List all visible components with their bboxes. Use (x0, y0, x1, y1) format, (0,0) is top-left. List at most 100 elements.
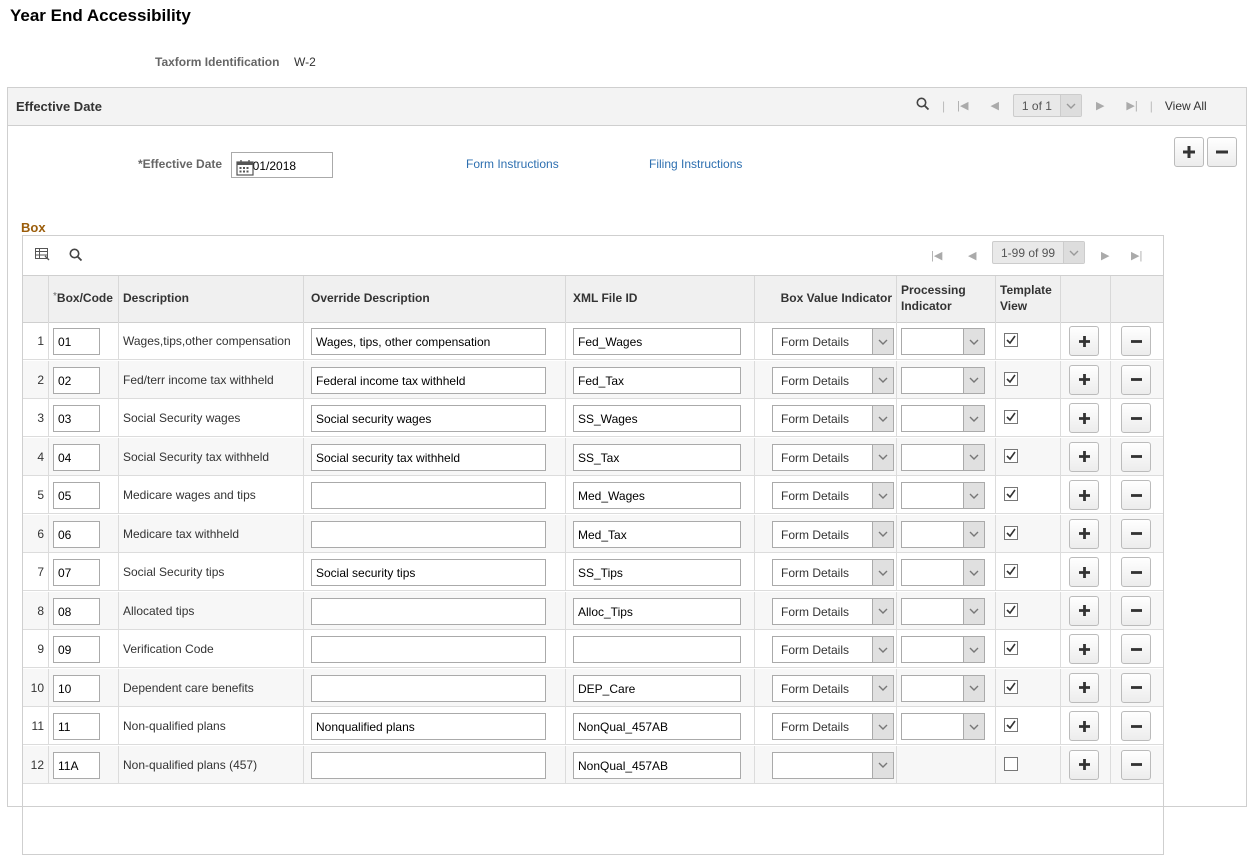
delete-row-button[interactable] (1121, 441, 1151, 472)
box-code-input[interactable]: 02 (53, 366, 100, 394)
personalize-grid-icon[interactable] (35, 248, 50, 264)
template-view-checkbox[interactable] (1004, 679, 1018, 694)
add-row-button[interactable] (1069, 403, 1099, 433)
box-value-indicator-select[interactable]: Form Details (772, 482, 894, 509)
add-row-button[interactable] (1069, 480, 1099, 510)
processing-indicator-select[interactable] (901, 366, 985, 394)
delete-row-button[interactable] (1121, 634, 1151, 664)
template-view-checkbox[interactable] (1004, 602, 1018, 617)
add-effective-date-button[interactable] (1174, 137, 1204, 167)
override-description-input[interactable] (311, 636, 546, 663)
processing-indicator-select[interactable] (901, 636, 985, 663)
xml-file-id-input[interactable]: NonQual_457AB (573, 751, 741, 779)
override-description-input[interactable] (311, 597, 546, 625)
box-code-input[interactable]: 04 (53, 443, 100, 471)
delete-row-button[interactable] (1121, 364, 1151, 395)
filing-instructions-link[interactable]: Filing Instructions (649, 157, 742, 171)
box-code-input[interactable]: 06 (53, 520, 100, 548)
delete-row-button[interactable] (1121, 557, 1151, 587)
form-instructions-link[interactable]: Form Instructions (466, 157, 559, 171)
box-code-input[interactable]: 10 (53, 674, 100, 702)
grid-last-page-icon[interactable]: ▶| (1131, 249, 1142, 262)
override-description-input[interactable]: Nonqualified plans (311, 713, 546, 740)
add-row-button[interactable] (1069, 595, 1099, 626)
delete-row-button[interactable] (1121, 595, 1151, 626)
first-page-icon[interactable]: |◀ (957, 99, 968, 112)
template-view-checkbox[interactable] (1004, 718, 1018, 732)
override-description-input[interactable] (311, 674, 546, 702)
grid-first-page-icon[interactable]: |◀ (931, 249, 942, 262)
processing-indicator-select[interactable] (901, 674, 985, 702)
grid-next-page-icon[interactable]: ▶ (1101, 249, 1109, 262)
box-value-indicator-select[interactable]: Form Details (772, 636, 894, 663)
override-description-input[interactable]: Social security tips (311, 559, 546, 586)
add-row-button[interactable] (1069, 672, 1099, 703)
delete-row-button[interactable] (1121, 672, 1151, 703)
last-page-icon[interactable]: ▶| (1126, 99, 1137, 112)
delete-row-button[interactable] (1121, 403, 1151, 433)
calendar-icon[interactable] (236, 159, 328, 179)
xml-file-id-input[interactable]: DEP_Care (573, 674, 741, 702)
processing-indicator-select[interactable] (901, 405, 985, 432)
previous-page-icon[interactable]: ◀ (990, 99, 998, 112)
effective-date-input[interactable]: 01/01/2018 (231, 152, 333, 178)
override-description-input[interactable] (311, 520, 546, 548)
view-all-link[interactable]: View All (1165, 99, 1207, 113)
delete-row-button[interactable] (1121, 749, 1151, 780)
xml-file-id-input[interactable]: SS_Wages (573, 405, 741, 432)
template-view-checkbox[interactable] (1004, 756, 1018, 771)
xml-file-id-input[interactable]: Fed_Wages (573, 328, 741, 355)
box-value-indicator-select[interactable]: Form Details (772, 443, 894, 471)
grid-pager-dropdown[interactable]: 1-99 of 99 (992, 241, 1086, 264)
add-row-button[interactable] (1069, 364, 1099, 395)
processing-indicator-select[interactable] (901, 443, 985, 471)
template-view-checkbox[interactable] (1004, 448, 1018, 463)
xml-file-id-input[interactable]: NonQual_457AB (573, 713, 741, 740)
xml-file-id-input[interactable]: Med_Tax (573, 520, 741, 548)
add-row-button[interactable] (1069, 749, 1099, 780)
delete-row-button[interactable] (1121, 480, 1151, 510)
box-code-input[interactable]: 05 (53, 482, 100, 509)
grid-search-icon[interactable] (69, 248, 83, 265)
delete-row-button[interactable] (1121, 518, 1151, 549)
box-value-indicator-select[interactable]: Form Details (772, 405, 894, 432)
template-view-checkbox[interactable] (1004, 525, 1018, 540)
box-value-indicator-select[interactable]: Form Details (772, 520, 894, 548)
box-code-input[interactable]: 08 (53, 597, 100, 625)
xml-file-id-input[interactable]: SS_Tax (573, 443, 741, 471)
override-description-input[interactable]: Social security wages (311, 405, 546, 432)
row-pager-dropdown[interactable]: 1 of 1 (1012, 94, 1082, 117)
xml-file-id-input[interactable]: SS_Tips (573, 559, 741, 586)
template-view-checkbox[interactable] (1004, 371, 1018, 386)
override-description-input[interactable]: Social security tax withheld (311, 443, 546, 471)
add-row-button[interactable] (1069, 441, 1099, 472)
xml-file-id-input[interactable] (573, 636, 741, 663)
box-value-indicator-select[interactable]: Form Details (772, 328, 894, 355)
template-view-checkbox[interactable] (1004, 487, 1018, 501)
add-row-button[interactable] (1069, 557, 1099, 587)
box-value-indicator-select[interactable]: Form Details (772, 597, 894, 625)
override-description-input[interactable]: Wages, tips, other compensation (311, 328, 546, 355)
template-view-checkbox[interactable] (1004, 564, 1018, 578)
override-description-input[interactable] (311, 751, 546, 779)
next-page-icon[interactable]: ▶ (1096, 99, 1104, 112)
processing-indicator-select[interactable] (901, 597, 985, 625)
add-row-button[interactable] (1069, 711, 1099, 741)
processing-indicator-select[interactable] (901, 482, 985, 509)
xml-file-id-input[interactable]: Fed_Tax (573, 366, 741, 394)
box-value-indicator-select[interactable] (772, 751, 894, 779)
box-code-input[interactable]: 07 (53, 559, 100, 586)
template-view-checkbox[interactable] (1004, 333, 1018, 347)
delete-effective-date-button[interactable] (1207, 137, 1237, 167)
search-icon[interactable] (916, 97, 930, 114)
box-value-indicator-select[interactable]: Form Details (772, 366, 894, 394)
add-row-button[interactable] (1069, 326, 1099, 356)
box-value-indicator-select[interactable]: Form Details (772, 674, 894, 702)
processing-indicator-select[interactable] (901, 713, 985, 740)
template-view-checkbox[interactable] (1004, 410, 1018, 424)
xml-file-id-input[interactable]: Med_Wages (573, 482, 741, 509)
processing-indicator-select[interactable] (901, 559, 985, 586)
override-description-input[interactable] (311, 482, 546, 509)
box-code-input[interactable]: 01 (53, 328, 100, 355)
box-value-indicator-select[interactable]: Form Details (772, 559, 894, 586)
